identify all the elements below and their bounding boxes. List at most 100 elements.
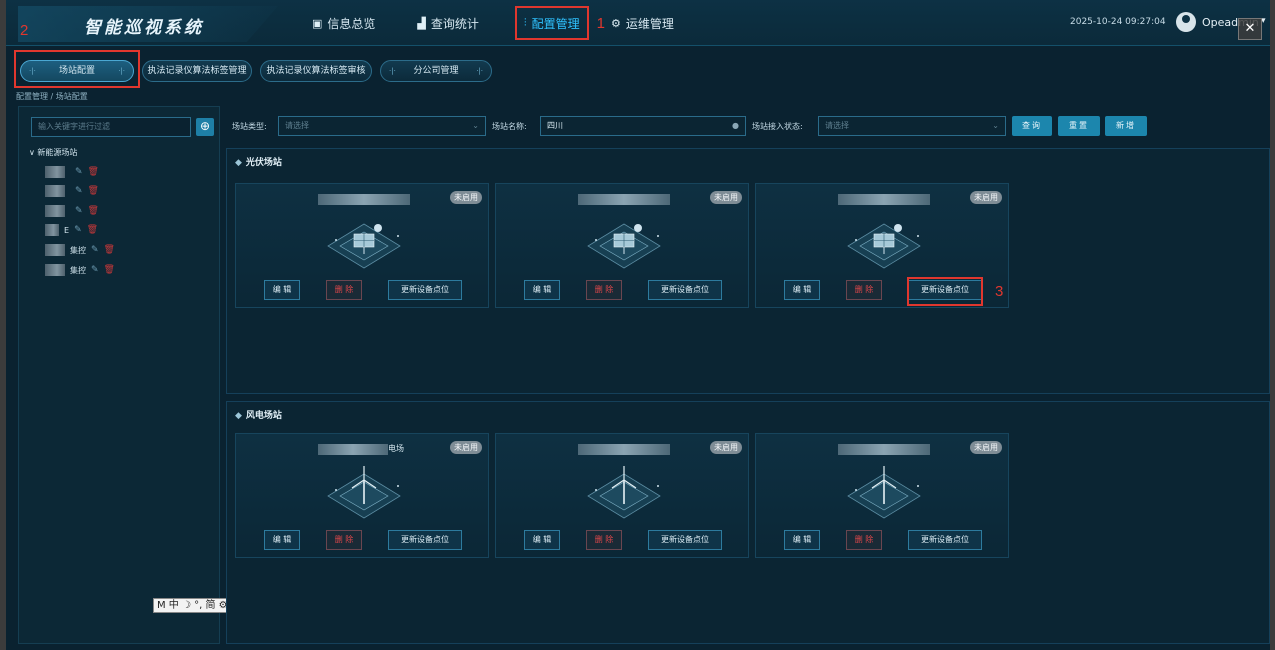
redacted-name xyxy=(45,166,65,178)
tab-algo-label-review[interactable]: 执法记录仪算法标签审核 xyxy=(260,60,372,82)
nav-label: 运维管理 xyxy=(625,16,674,31)
delete-button[interactable]: 删 除 xyxy=(326,280,362,300)
tree-node-label: E xyxy=(64,225,70,235)
user-avatar[interactable] xyxy=(1176,12,1196,32)
delete-button[interactable]: 删 除 xyxy=(586,280,622,300)
update-device-points-button[interactable]: 更新设备点位 xyxy=(648,280,722,300)
delete-button[interactable]: 删 除 xyxy=(846,530,882,550)
redacted-station-name xyxy=(838,444,930,455)
current-datetime: 2025-10-24 09:27:04 xyxy=(1070,17,1166,27)
delete-icon[interactable]: 🗑 xyxy=(88,167,99,177)
tree-node[interactable]: 集控 ✎ 🗑 xyxy=(45,243,115,257)
status-badge: 未启用 xyxy=(970,441,1002,454)
close-icon[interactable]: ✕ xyxy=(1238,18,1262,40)
tree-node[interactable]: 集控 ✎ 🗑 xyxy=(45,263,115,277)
edit-icon[interactable]: ✎ xyxy=(91,245,99,255)
edit-icon[interactable]: ✎ xyxy=(75,186,83,196)
breadcrumb: 配置管理 / 场站配置 xyxy=(16,92,88,101)
nav-query-stats[interactable]: ▟ 查询统计 xyxy=(411,10,484,36)
nav-ops-management[interactable]: ⚙ 运维管理 xyxy=(611,10,680,36)
nav-info-overview[interactable]: ▣ 信息总览 xyxy=(306,10,381,36)
add-button[interactable]: 新增 xyxy=(1105,116,1147,136)
nav-config-management[interactable]: ⫶ 配置管理 xyxy=(514,6,589,40)
redacted-name xyxy=(45,264,65,276)
edit-icon[interactable]: ✎ xyxy=(74,225,82,235)
status-badge: 未启用 xyxy=(450,191,482,204)
update-device-points-button[interactable]: 更新设备点位 xyxy=(908,530,982,550)
delete-icon[interactable]: 🗑 xyxy=(88,206,99,216)
delete-icon[interactable]: 🗑 xyxy=(104,245,115,255)
redacted-station-name xyxy=(318,194,410,205)
edit-button[interactable]: 编 辑 xyxy=(784,280,820,300)
redacted-name xyxy=(45,224,59,236)
delete-button[interactable]: 删 除 xyxy=(326,530,362,550)
highlight-box-update xyxy=(907,277,983,306)
update-device-points-button[interactable]: 更新设备点位 xyxy=(388,530,462,550)
tree-root-node[interactable]: ∨ 新能源场站 xyxy=(29,147,77,158)
query-button[interactable]: 查询 xyxy=(1012,116,1052,136)
tree-node[interactable]: ✎ 🗑 xyxy=(45,165,99,179)
top-header: 智能巡视系统 ▣ 信息总览 ▟ 查询统计 ⫶ 配置管理 1 ⚙ 运维管理 202… xyxy=(6,0,1270,46)
annotation-1: 1 xyxy=(596,14,606,32)
tree-node[interactable]: ✎ 🗑 xyxy=(45,204,99,218)
app-title: 智能巡视系统 xyxy=(84,18,204,38)
edit-button[interactable]: 编 辑 xyxy=(784,530,820,550)
clear-icon[interactable]: ● xyxy=(732,117,739,135)
status-badge: 未启用 xyxy=(710,191,742,204)
delete-icon[interactable]: 🗑 xyxy=(88,186,99,196)
monitor-icon: ▣ xyxy=(312,16,323,30)
tree-node-label: 集控 xyxy=(70,265,86,275)
station-name-label: 场站名称: xyxy=(492,122,527,131)
tree-search-input[interactable]: 输入关键字进行过滤 xyxy=(31,117,191,137)
sliders-icon: ⫶ xyxy=(523,16,527,29)
station-tree-panel: 输入关键字进行过滤 ⊕ ∨ 新能源场站 ✎ 🗑 ✎ 🗑 ✎ 🗑 E ✎ 🗑 集控… xyxy=(18,106,220,644)
redacted-name xyxy=(45,244,65,256)
tab-algo-label-management[interactable]: 执法记录仪算法标签管理 xyxy=(142,60,252,82)
edit-icon[interactable]: ✎ xyxy=(75,206,83,216)
redacted-name xyxy=(45,185,65,197)
edit-button[interactable]: 编 辑 xyxy=(524,280,560,300)
section-title: ◆ 光伏场站 xyxy=(235,158,282,168)
edit-icon[interactable]: ✎ xyxy=(75,167,83,177)
solar-panel-icon xyxy=(847,223,921,269)
edit-button[interactable]: 编 辑 xyxy=(264,530,300,550)
update-device-points-button[interactable]: 更新设备点位 xyxy=(648,530,722,550)
edit-icon[interactable]: ✎ xyxy=(91,265,99,275)
nav-label: 配置管理 xyxy=(531,16,580,31)
select-placeholder: 请选择 xyxy=(285,121,309,130)
tree-node[interactable]: ✎ 🗑 xyxy=(45,184,99,198)
station-type-select[interactable]: 请选择 ⌄ xyxy=(278,116,486,136)
redacted-station-name xyxy=(578,194,670,205)
wind-turbine-icon xyxy=(587,466,661,519)
wind-turbine-icon xyxy=(327,466,401,519)
station-card: 未启用 编 辑 删 除 更新设备点位 xyxy=(755,433,1009,558)
delete-icon[interactable]: 🗑 xyxy=(87,225,98,235)
status-badge: 未启用 xyxy=(970,191,1002,204)
edit-button[interactable]: 编 辑 xyxy=(524,530,560,550)
station-card: 电场 未启用 编 辑 删 除 更新设备点位 xyxy=(235,433,489,558)
station-card: 未启用 编 辑 删 除 更新设备点位 xyxy=(495,183,749,308)
nav-label: 查询统计 xyxy=(430,16,479,31)
bar-chart-icon: ▟ xyxy=(417,16,426,30)
station-name-input[interactable]: 四川 ● xyxy=(540,116,746,136)
reset-button[interactable]: 重置 xyxy=(1058,116,1100,136)
section-title-text: 风电场站 xyxy=(245,411,282,421)
add-icon[interactable]: ⊕ xyxy=(196,118,214,136)
input-value: 四川 xyxy=(547,121,563,130)
wind-station-section: ◆ 风电场站 电场 未启用 编 辑 删 除 更新设备点位 未启用 编 辑 删 除… xyxy=(226,401,1270,644)
section-title-text: 光伏场站 xyxy=(245,158,282,168)
delete-button[interactable]: 删 除 xyxy=(586,530,622,550)
status-badge: 未启用 xyxy=(710,441,742,454)
delete-button[interactable]: 删 除 xyxy=(846,280,882,300)
delete-icon[interactable]: 🗑 xyxy=(104,265,115,275)
tree-node[interactable]: E ✎ 🗑 xyxy=(45,223,98,237)
station-access-status-select[interactable]: 请选择 ⌄ xyxy=(818,116,1006,136)
update-device-points-button[interactable]: 更新设备点位 xyxy=(388,280,462,300)
section-title: ◆ 风电场站 xyxy=(235,411,282,421)
tab-label: 分公司管理 xyxy=(413,66,459,76)
redacted-station-name xyxy=(578,444,670,455)
chevron-down-icon: ⌄ xyxy=(992,121,999,130)
tab-branch-management[interactable]: ·|· 分公司管理 ·|· xyxy=(380,60,492,82)
chevron-down-icon: ⌄ xyxy=(472,121,479,130)
edit-button[interactable]: 编 辑 xyxy=(264,280,300,300)
